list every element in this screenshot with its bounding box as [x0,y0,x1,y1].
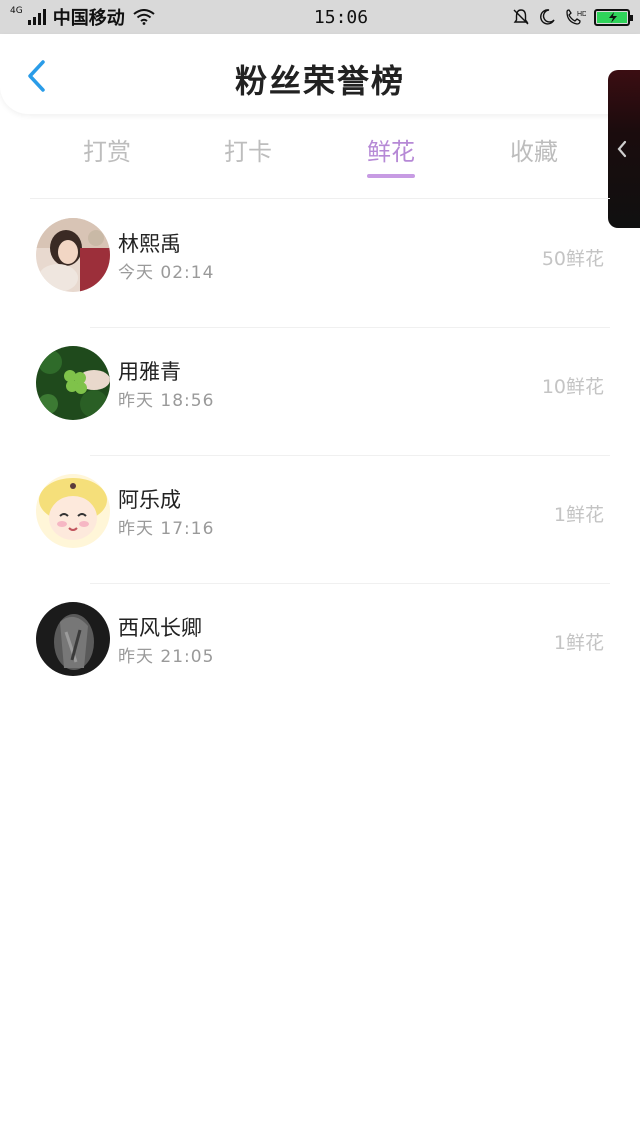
mute-bell-icon [513,9,529,25]
avatar[interactable] [36,218,110,292]
flower-count: 50鲜花 [541,248,604,270]
list-item[interactable]: 用雅青 昨天 18:56 10鲜花 [0,328,640,456]
fan-time: 今天 02:14 [118,263,215,283]
chevron-left-icon [617,140,627,158]
active-tab-indicator [367,174,415,178]
tab-checkin[interactable]: 打卡 [193,132,303,167]
flower-count: 1鲜花 [553,504,604,526]
status-left: 4G 中国移动 [10,4,230,30]
signal-icon [27,9,46,25]
list-item[interactable]: 西风长卿 昨天 21:05 1鲜花 [0,584,640,712]
fan-name: 林熙禹 [118,232,181,256]
tab-reward[interactable]: 打赏 [52,132,162,167]
fan-time: 昨天 17:16 [118,519,215,539]
fan-name: 阿乐成 [118,488,181,512]
tab-favorites[interactable]: 收藏 [479,132,589,167]
status-right: HD [512,8,633,26]
wifi-icon [133,9,155,25]
avatar[interactable] [36,474,110,548]
flower-count: 10鲜花 [541,376,604,398]
flower-count: 1鲜花 [553,632,604,654]
hd-call-icon: HD [566,9,586,25]
status-time: 15:06 [313,6,369,28]
network-type: 4G [10,6,23,16]
fan-time: 昨天 21:05 [118,647,215,667]
avatar[interactable] [36,346,110,420]
fan-name: 用雅青 [118,360,181,384]
carrier-name: 中国移动 [52,8,125,29]
fan-list: 林熙禹 今天 02:14 50鲜花 用雅青 昨天 18:56 10鲜花 阿乐成 … [0,200,640,712]
svg-text:HD: HD [577,11,586,18]
divider [30,198,610,199]
fan-time: 昨天 18:56 [118,391,215,411]
avatar[interactable] [36,602,110,676]
status-bar: 4G 中国移动 15:06 HD [0,0,640,34]
battery-icon [594,8,633,26]
tab-bar: 打赏 打卡 鲜花 收藏 [0,122,610,184]
fan-name: 西风长卿 [118,616,202,640]
tab-flowers[interactable]: 鲜花 [336,132,446,167]
list-item[interactable]: 阿乐成 昨天 17:16 1鲜花 [0,456,640,584]
moon-icon [540,9,555,25]
page-title: 粉丝荣誉榜 [234,62,405,100]
list-item[interactable]: 林熙禹 今天 02:14 50鲜花 [0,200,640,328]
header: 粉丝荣誉榜 [0,34,640,114]
